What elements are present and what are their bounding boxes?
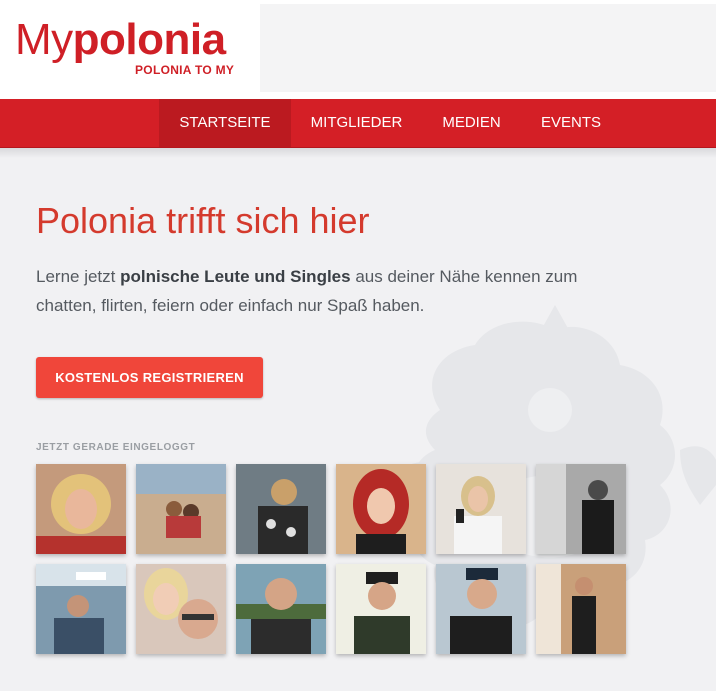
member-photo[interactable] — [336, 564, 426, 654]
member-photo[interactable] — [436, 464, 526, 554]
member-avatar-image — [336, 564, 426, 654]
member-photo[interactable] — [36, 564, 126, 654]
nav-item-events[interactable]: EVENTS — [521, 99, 621, 147]
member-avatar-image — [236, 564, 326, 654]
member-photo[interactable] — [136, 564, 226, 654]
member-photo[interactable] — [536, 464, 626, 554]
intro-text-highlight: polnische Leute und Singles — [120, 267, 351, 286]
intro-text-start: Lerne jetzt — [36, 267, 121, 286]
main-navigation: STARTSEITE MITGLIEDER MEDIEN EVENTS — [0, 99, 716, 148]
logo-prefix: My — [15, 15, 73, 64]
nav-shadow — [0, 148, 716, 158]
member-avatar-image — [136, 464, 226, 554]
member-photo[interactable] — [236, 464, 326, 554]
logo-tagline: POLONIA TO MY — [135, 63, 235, 77]
logo-brand: polonia — [72, 15, 226, 64]
register-button[interactable]: KOSTENLOS REGISTRIEREN — [36, 357, 263, 398]
header-banner-area — [260, 4, 716, 92]
member-avatar-image — [536, 564, 626, 654]
online-members-label: JETZT GERADE EINGELOGGT — [36, 442, 196, 453]
member-photo[interactable] — [136, 464, 226, 554]
member-photo[interactable] — [236, 564, 326, 654]
member-avatar-image — [136, 564, 226, 654]
page-title: Polonia trifft sich hier — [36, 200, 370, 241]
member-photo[interactable] — [36, 464, 126, 554]
intro-text: Lerne jetzt polnische Leute und Singles … — [36, 262, 596, 320]
member-avatar-image — [336, 464, 426, 554]
member-photo[interactable] — [436, 564, 526, 654]
member-avatar-image — [36, 564, 126, 654]
member-avatar-image — [436, 564, 526, 654]
site-logo[interactable]: Mypolonia POLONIA TO MY — [15, 18, 245, 80]
member-avatar-image — [236, 464, 326, 554]
site-header: Mypolonia POLONIA TO MY — [0, 0, 716, 99]
member-photo[interactable] — [336, 464, 426, 554]
member-avatar-image — [36, 464, 126, 554]
nav-item-medien[interactable]: MEDIEN — [422, 99, 521, 147]
nav-item-startseite[interactable]: STARTSEITE — [159, 99, 291, 147]
member-avatar-image — [536, 464, 626, 554]
member-photo[interactable] — [536, 564, 626, 654]
member-avatar-image — [436, 464, 526, 554]
nav-item-mitglieder[interactable]: MITGLIEDER — [291, 99, 422, 147]
